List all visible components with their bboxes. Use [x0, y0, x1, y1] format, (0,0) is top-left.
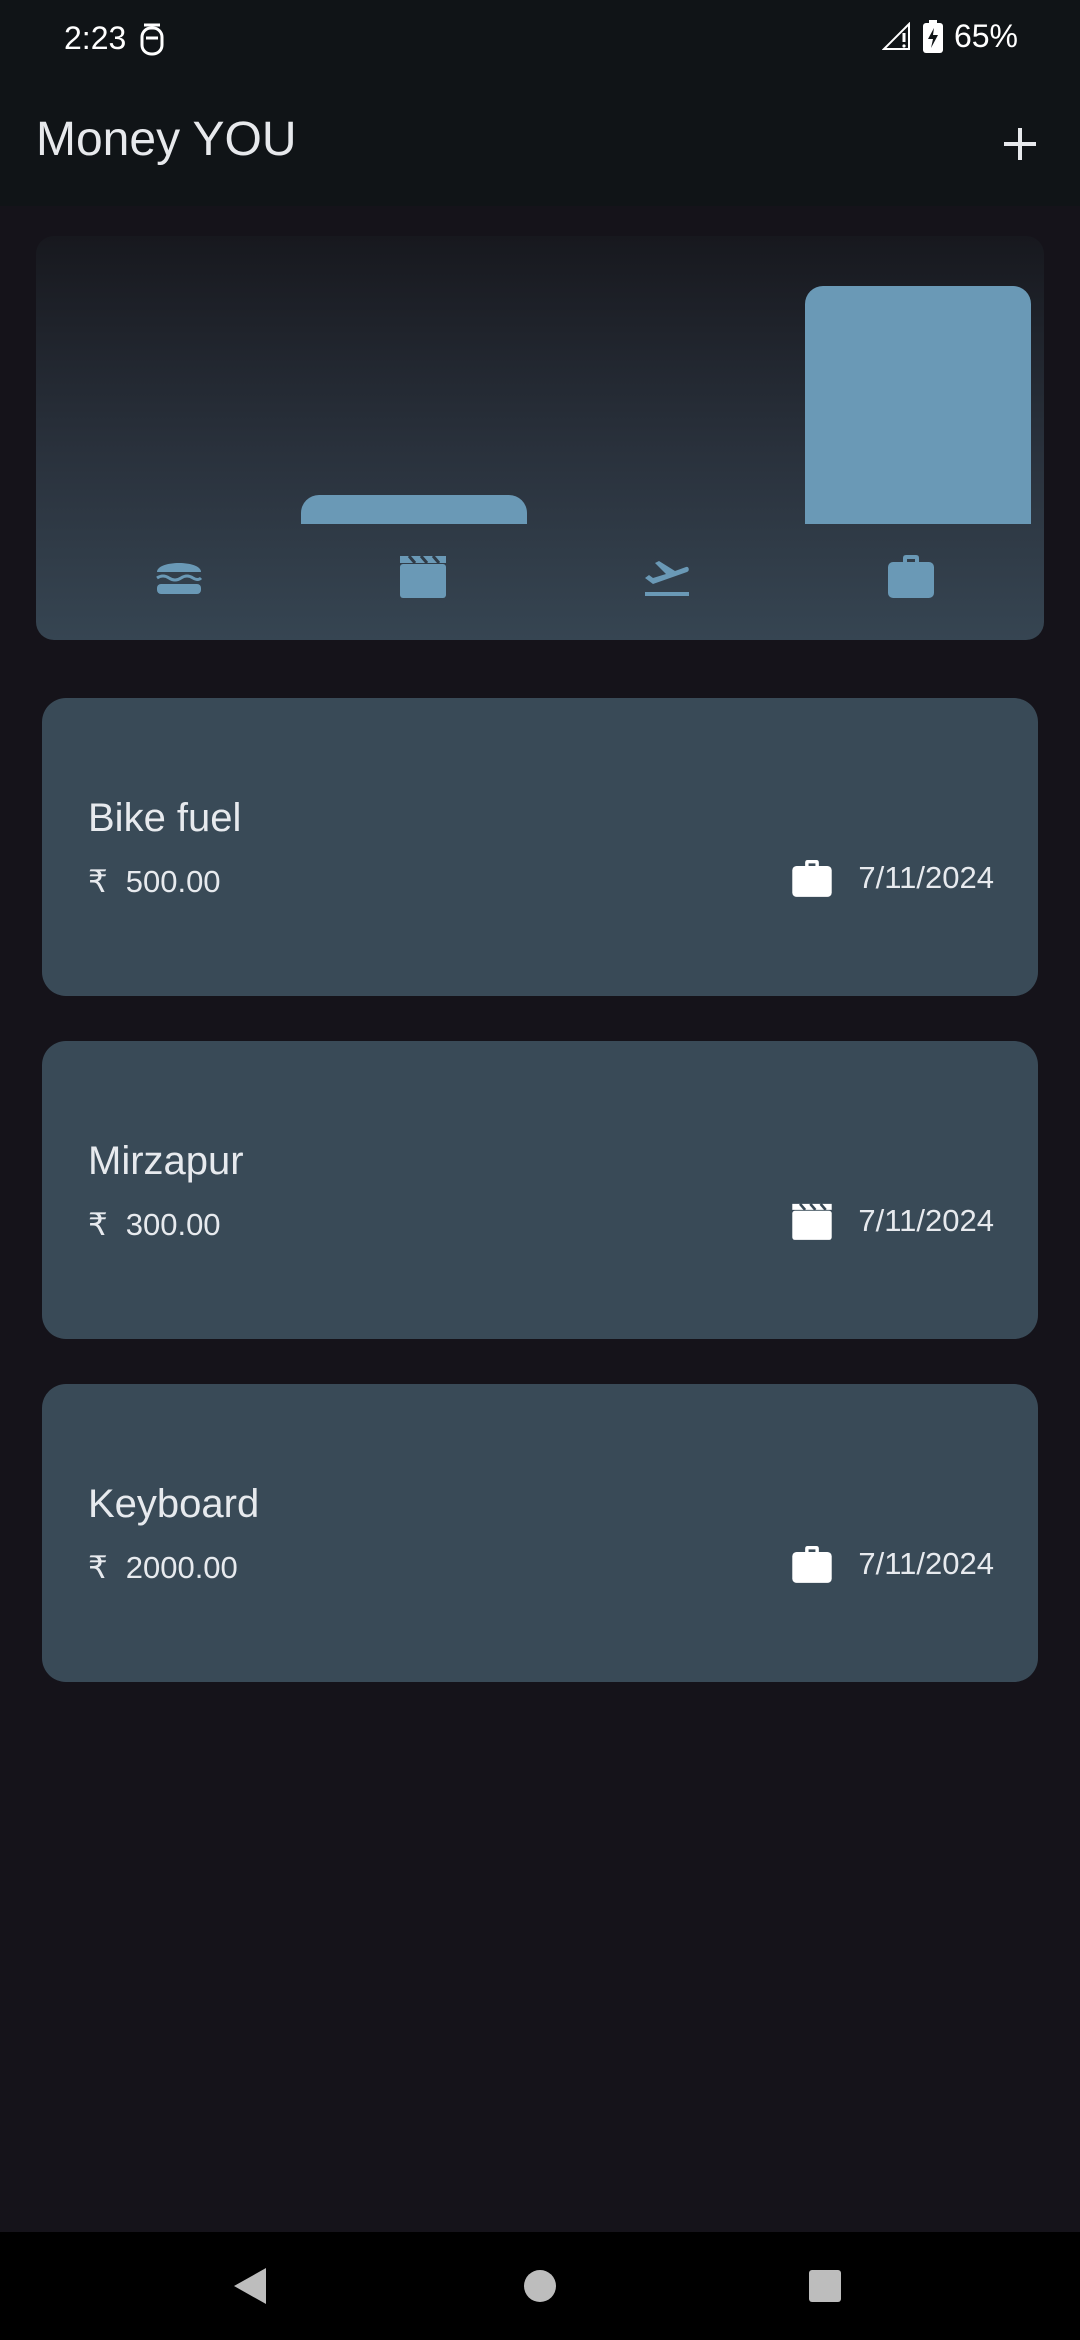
- currency-symbol: ₹: [88, 1550, 108, 1585]
- recents-icon[interactable]: [801, 2262, 849, 2310]
- expense-title: Bike fuel: [88, 796, 242, 840]
- notification-app-icon: [140, 23, 164, 56]
- expense-date: 7/11/2024: [858, 1203, 994, 1238]
- expense-meta: 7/11/2024: [788, 1197, 994, 1245]
- chart-bar-work: [805, 286, 1031, 524]
- expense-chart: [36, 236, 1044, 640]
- back-icon[interactable]: [228, 2262, 276, 2310]
- movie-clapper-icon: [400, 555, 446, 598]
- battery-percent: 65%: [953, 18, 1018, 54]
- movie-clapper-icon: [792, 1203, 833, 1240]
- briefcase-icon: [888, 555, 934, 598]
- app-title: Money YOU: [36, 113, 297, 166]
- currency-symbol: ₹: [88, 1207, 108, 1242]
- home-icon[interactable]: [516, 2262, 564, 2310]
- expense-meta: 7/11/2024: [788, 1540, 994, 1588]
- expense-card[interactable]: Keyboard ₹ 2000.00 7/11/2024: [42, 1384, 1038, 1682]
- status-time: 2:23: [64, 20, 127, 56]
- expense-amount-row: ₹ 2000.00: [88, 1550, 238, 1586]
- expense-amount: 300.00: [125, 1207, 221, 1242]
- expense-amount-row: ₹ 300.00: [88, 1207, 221, 1243]
- expense-amount: 500.00: [125, 864, 221, 899]
- expense-date: 7/11/2024: [858, 860, 994, 895]
- system-nav-bar: [0, 2232, 1080, 2340]
- chart-bar-leisure: [301, 495, 527, 524]
- expense-amount-row: ₹ 500.00: [88, 864, 221, 900]
- expense-title: Mirzapur: [88, 1139, 244, 1183]
- expense-date: 7/11/2024: [858, 1546, 994, 1581]
- expense-meta: 7/11/2024: [788, 854, 994, 902]
- hamburger-icon: [156, 563, 203, 594]
- expense-title: Keyboard: [88, 1482, 260, 1526]
- plus-icon[interactable]: [990, 114, 1050, 174]
- status-right: 65%: [881, 18, 1018, 55]
- battery-charging-icon: [922, 19, 943, 53]
- status-bar: 2:23 65%: [0, 0, 1080, 82]
- currency-symbol: ₹: [88, 864, 108, 899]
- chart-area: [36, 236, 1044, 524]
- briefcase-icon: [792, 1546, 833, 1583]
- expense-card[interactable]: Mirzapur ₹ 300.00 7/11/2024: [42, 1041, 1038, 1339]
- expense-amount: 2000.00: [125, 1550, 238, 1585]
- signal-icon: [881, 21, 910, 50]
- expense-card[interactable]: Bike fuel ₹ 500.00 7/11/2024: [42, 698, 1038, 996]
- briefcase-icon: [792, 860, 833, 897]
- flight-takeoff-icon: [645, 561, 689, 596]
- app-bar: Money YOU: [0, 82, 1080, 206]
